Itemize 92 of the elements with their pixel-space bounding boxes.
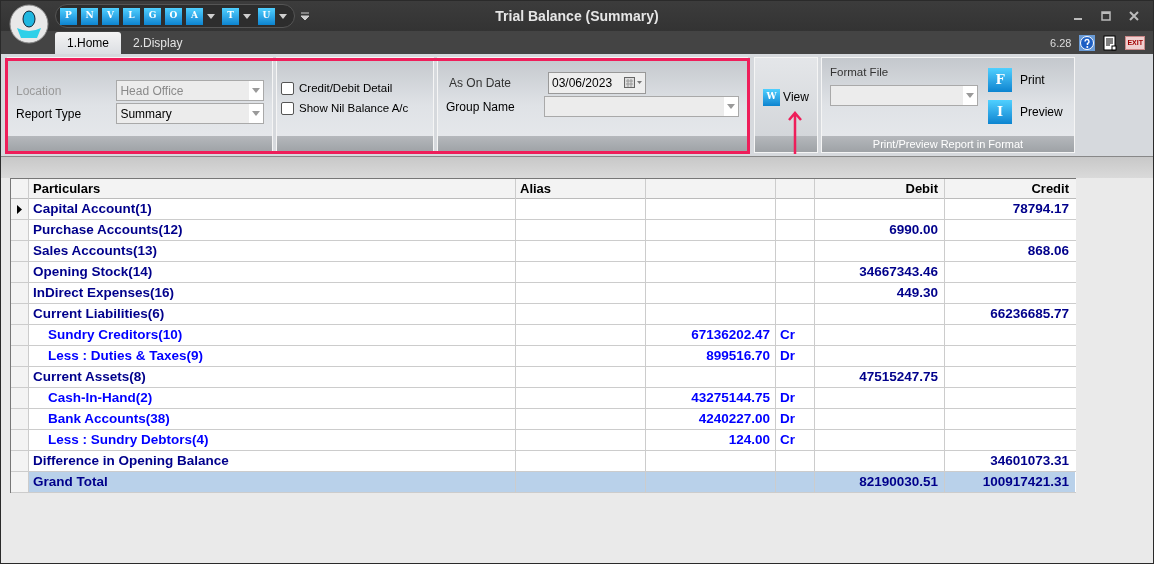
preview-button[interactable]: I Preview xyxy=(988,100,1063,124)
table-row[interactable]: Purchase Accounts(12) 6990.00 xyxy=(11,220,1076,241)
column-header[interactable]: Particulars xyxy=(29,179,516,199)
version-label: 6.28 xyxy=(1050,35,1072,51)
table-row[interactable]: Sundry Creditors(10) 67136202.47 Cr xyxy=(11,325,1076,346)
current-row-icon xyxy=(17,204,22,214)
close-icon[interactable] xyxy=(1129,11,1139,21)
table-row[interactable]: Cash-In-Hand(2) 43275144.75 Dr xyxy=(11,388,1076,409)
table-cell-text: 66236685.77 xyxy=(989,305,1070,323)
table-cell: Purchase Accounts(12) xyxy=(29,220,516,240)
column-header[interactable]: Alias xyxy=(516,179,646,199)
table-row[interactable]: Opening Stock(14) 34667343.46 xyxy=(11,262,1076,283)
column-header[interactable]: Credit xyxy=(945,179,1075,199)
group-footer xyxy=(755,136,817,152)
letter-icon: I xyxy=(988,100,1012,124)
table-cell: 899516.70 xyxy=(646,346,776,366)
table-cell: Cr xyxy=(776,430,815,450)
dropdown-caret-icon xyxy=(252,111,260,116)
group-caption: Print/Preview Report in Format xyxy=(872,136,1024,152)
dropdown-caret-icon xyxy=(207,13,215,19)
checkbox[interactable] xyxy=(281,82,294,96)
ribbon-tab[interactable]: 1.Home xyxy=(55,32,122,54)
table-cell: Dr xyxy=(776,409,815,429)
table-cell-text: 868.06 xyxy=(1026,242,1070,260)
table-row[interactable]: Sales Accounts(13) 868.06 xyxy=(11,241,1076,262)
table-row[interactable]: Bank Accounts(38) 4240227.00 Dr xyxy=(11,409,1076,430)
document-icon[interactable] xyxy=(1103,34,1118,51)
letter-icon: F xyxy=(988,68,1012,92)
customize-toolbar-icon[interactable] xyxy=(301,11,309,21)
table-cell: Opening Stock(14) xyxy=(29,262,516,282)
dropdown-field[interactable]: Summary xyxy=(116,103,264,124)
table-cell: 43275144.75 xyxy=(646,388,776,408)
table-cell: Sales Accounts(13) xyxy=(29,241,516,261)
dropdown-field[interactable] xyxy=(830,85,978,107)
table-cell: Cash-In-Hand(2) xyxy=(29,388,516,408)
table-row[interactable]: Less : Sundry Debtors(4) 124.00 Cr xyxy=(11,430,1076,451)
table-cell: Difference in Opening Balance xyxy=(29,451,516,471)
print-button[interactable]: F Print xyxy=(988,68,1063,92)
calendar-icon[interactable] xyxy=(624,77,642,89)
ribbon-tab[interactable]: 2.Display xyxy=(121,32,195,54)
dropdown-field[interactable] xyxy=(543,96,739,117)
table-row[interactable]: Grand Total 82190030.51 100917421.31 xyxy=(11,472,1076,493)
dropdown-caret-icon xyxy=(727,104,735,109)
dropdown-caret-icon xyxy=(966,93,974,99)
table-cell-text: 78794.17 xyxy=(1011,200,1070,218)
table-cell: InDirect Expenses(16) xyxy=(29,283,516,303)
table-cell: Current Liabilities(6) xyxy=(29,304,516,324)
date-field[interactable]: 03/06/2023 xyxy=(548,72,646,94)
table-cell: Less : Duties & Taxes(9) xyxy=(29,346,516,366)
location-label: Location xyxy=(16,82,63,100)
table-cell: Capital Account(1) xyxy=(29,199,516,219)
column-header[interactable]: Debit xyxy=(815,179,945,199)
table-cell: 4240227.00 xyxy=(646,409,776,429)
format-file-label: Format File xyxy=(830,65,890,80)
table-row[interactable]: Capital Account(1) 78794.17 xyxy=(11,199,1076,220)
table-cell: Dr xyxy=(776,388,815,408)
help-icon[interactable] xyxy=(1079,34,1096,51)
table-cell: Bank Accounts(38) xyxy=(29,409,516,429)
view-button[interactable]: W View xyxy=(763,88,809,106)
table-cell: 67136202.47 xyxy=(646,325,776,345)
report-type-label: Report Type xyxy=(16,105,83,123)
table-cell: Less : Sundry Debtors(4) xyxy=(29,430,516,450)
row-header[interactable] xyxy=(11,199,29,219)
checkbox-label: Show Nil Balance A/c xyxy=(299,101,409,117)
dropdown-caret-icon xyxy=(243,13,251,19)
table-row[interactable]: InDirect Expenses(16) 449.30 xyxy=(11,283,1076,304)
letter-icon: W xyxy=(763,88,781,106)
table-cell: Sundry Creditors(10) xyxy=(29,325,516,345)
table-cell: 82190030.51 xyxy=(815,472,945,492)
table-cell: Dr xyxy=(776,346,815,366)
table-cell: 124.00 xyxy=(646,430,776,450)
checkbox[interactable] xyxy=(281,102,294,116)
as-on-date-label: As On Date xyxy=(448,75,513,92)
table-cell: Grand Total xyxy=(29,472,516,492)
table-cell-text: 34601073.31 xyxy=(989,452,1070,470)
table-cell: 34667343.46 xyxy=(815,262,945,282)
window-title: Trial Balance (Summary) xyxy=(494,6,660,26)
table-row[interactable]: Current Assets(8) 47515247.75 xyxy=(11,367,1076,388)
dropdown-caret-icon xyxy=(252,88,260,93)
dropdown-caret-icon xyxy=(279,13,287,19)
table-row[interactable]: Less : Duties & Taxes(9) 899516.70 Dr xyxy=(11,346,1076,367)
table-cell: 100917421.31 xyxy=(945,472,1075,492)
table-row[interactable]: Current Liabilities(6) 66236685.77 xyxy=(11,304,1076,325)
table-cell: 6990.00 xyxy=(815,220,945,240)
annotation-arrow xyxy=(788,110,802,154)
maximize-icon[interactable] xyxy=(1101,11,1111,21)
table-cell: Cr xyxy=(776,325,815,345)
checkbox-label: Credit/Debit Detail xyxy=(299,81,393,96)
table-cell: Current Assets(8) xyxy=(29,367,516,387)
table-cell: 47515247.75 xyxy=(815,367,945,387)
group-name-label: Group Name xyxy=(446,98,516,116)
table-cell: 449.30 xyxy=(815,283,945,303)
